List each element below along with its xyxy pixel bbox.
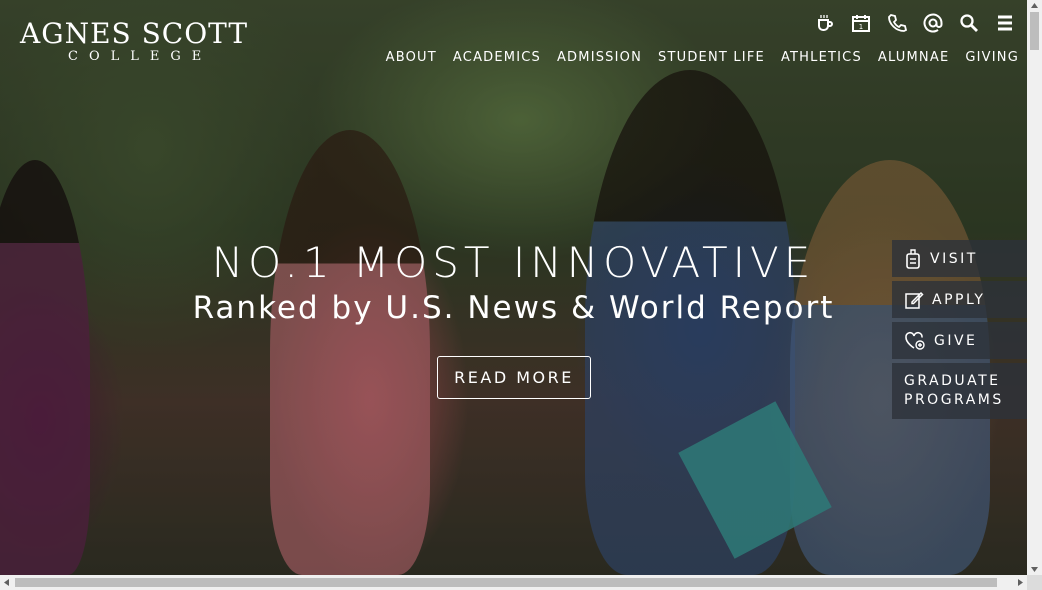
textbook-image bbox=[678, 401, 832, 559]
nav-item-athletics[interactable]: ATHLETICS bbox=[781, 50, 862, 65]
nav-item-student-life[interactable]: STUDENT LIFE bbox=[658, 50, 765, 65]
cta-panel: VISIT APPLY GIVE GRADUATE PROGRAMS bbox=[892, 240, 1027, 419]
at-sign-icon[interactable] bbox=[922, 12, 944, 34]
read-more-button[interactable]: READ MORE bbox=[437, 356, 591, 399]
apply-label: APPLY bbox=[932, 291, 986, 308]
student-figure-left bbox=[270, 130, 430, 575]
college-logo[interactable]: AGNES SCOTT COLLEGE bbox=[20, 18, 248, 64]
logo-sub-text: COLLEGE bbox=[68, 49, 213, 64]
nav-item-alumnae[interactable]: ALUMNAE bbox=[878, 50, 949, 65]
give-button[interactable]: GIVE bbox=[892, 322, 1027, 359]
apply-button[interactable]: APPLY bbox=[892, 281, 1027, 318]
menu-icon[interactable] bbox=[994, 12, 1016, 34]
nav-item-academics[interactable]: ACADEMICS bbox=[453, 50, 541, 65]
luggage-icon bbox=[906, 248, 920, 269]
main-nav: ABOUT ACADEMICS ADMISSION STUDENT LIFE A… bbox=[386, 50, 1019, 65]
scroll-right-arrow-icon[interactable] bbox=[1018, 579, 1023, 586]
give-label: GIVE bbox=[934, 332, 978, 349]
scroll-down-arrow-icon[interactable] bbox=[1031, 567, 1038, 572]
graduate-label: GRADUATE bbox=[904, 373, 1001, 389]
graduate-programs-button[interactable]: GRADUATE PROGRAMS bbox=[892, 363, 1027, 419]
scroll-up-arrow-icon[interactable] bbox=[1031, 3, 1038, 8]
logo-main-text: AGNES SCOTT bbox=[20, 17, 249, 50]
horizontal-scrollbar[interactable] bbox=[0, 575, 1027, 590]
nav-item-admission[interactable]: ADMISSION bbox=[557, 50, 642, 65]
coffee-cup-icon[interactable] bbox=[814, 12, 836, 34]
student-figure-edge bbox=[0, 160, 90, 575]
hero-text: NO.1 MOST INNOVATIVE Ranked by U.S. News… bbox=[0, 238, 1027, 328]
vertical-scrollbar-thumb[interactable] bbox=[1030, 12, 1039, 50]
heart-plus-icon bbox=[905, 331, 925, 350]
vertical-scrollbar[interactable] bbox=[1027, 0, 1042, 575]
calendar-day: 1 bbox=[859, 23, 863, 31]
visit-button[interactable]: VISIT bbox=[892, 240, 1027, 277]
horizontal-scrollbar-thumb[interactable] bbox=[15, 578, 997, 587]
nav-item-giving[interactable]: GIVING bbox=[965, 50, 1019, 65]
edit-icon bbox=[905, 291, 924, 309]
scroll-left-arrow-icon[interactable] bbox=[4, 579, 9, 586]
calendar-icon[interactable]: 1 bbox=[850, 12, 872, 34]
hero-title: NO.1 MOST INNOVATIVE bbox=[211, 238, 816, 287]
scrollbar-corner bbox=[1027, 575, 1042, 590]
search-icon[interactable] bbox=[958, 12, 980, 34]
utility-toolbar: 1 bbox=[814, 12, 1016, 34]
nav-item-about[interactable]: ABOUT bbox=[386, 50, 437, 65]
hero-subtitle: Ranked by U.S. News & World Report bbox=[192, 290, 835, 326]
visit-label: VISIT bbox=[930, 250, 978, 267]
phone-icon[interactable] bbox=[886, 12, 908, 34]
programs-label: PROGRAMS bbox=[904, 392, 1004, 408]
